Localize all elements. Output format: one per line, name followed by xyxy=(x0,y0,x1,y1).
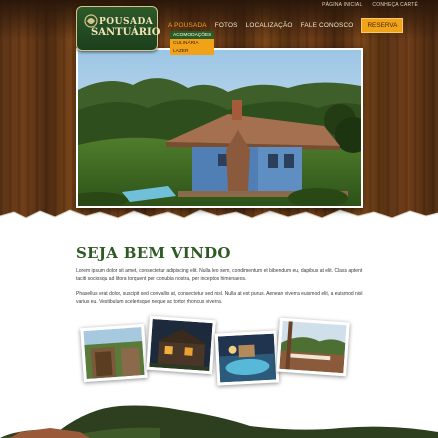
hero-photo xyxy=(76,48,363,208)
reserva-button[interactable]: RESERVA xyxy=(361,18,404,33)
gallery-photo-4[interactable] xyxy=(276,317,350,377)
dropdown-item-lazer[interactable]: LAZER xyxy=(170,47,214,55)
gallery-photo-3-image xyxy=(217,333,277,383)
gallery-photo-1-image xyxy=(83,327,145,379)
dropdown-item-culinaria[interactable]: CULINÁRIA xyxy=(170,39,214,47)
nav-item-fotos[interactable]: FOTOS xyxy=(215,22,238,29)
welcome-title: SEJA BEM VINDO xyxy=(76,244,231,262)
top-link-conheca[interactable]: CONHEÇA CARTÉ xyxy=(372,2,418,8)
nav-item-localizacao[interactable]: LOCALIZAÇÃO xyxy=(246,22,293,29)
nav-item-a-pousada[interactable]: A POUSADA xyxy=(168,22,207,29)
torn-paper-edge xyxy=(0,209,438,228)
gallery-photo-3[interactable] xyxy=(214,330,280,386)
nav-item-fale-conosco[interactable]: FALE CONOSCO xyxy=(301,22,354,29)
hero-landscape-image xyxy=(78,50,361,206)
welcome-paragraph-1: Lorem ipsum dolor sit amet, consectetur … xyxy=(76,268,363,282)
logo-line-pousada: POUSADA xyxy=(99,17,154,27)
welcome-paragraph-2: Phasellus erat dolor, suscipit sed conva… xyxy=(76,291,363,305)
bottom-landscape-decoration xyxy=(0,398,438,438)
gallery-photo-2-image xyxy=(149,318,213,372)
top-link-home[interactable]: PÁGINA INICIAL xyxy=(322,2,362,8)
logo-line-santuario: SANTUÁRIO xyxy=(91,27,161,38)
dropdown-item-acomodacoes[interactable]: ACOMODAÇÕES xyxy=(170,31,214,39)
gallery-photo-1[interactable] xyxy=(80,323,148,383)
gallery-photo-4-image xyxy=(279,320,347,374)
gallery-photo-2[interactable] xyxy=(146,315,216,375)
top-utility-links: PÁGINA INICIAL CONHEÇA CARTÉ xyxy=(322,2,418,8)
site-logo[interactable]: POUSADA SANTUÁRIO xyxy=(76,6,161,51)
nav-dropdown-menu: ACOMODAÇÕES CULINÁRIA LAZER xyxy=(170,31,214,55)
